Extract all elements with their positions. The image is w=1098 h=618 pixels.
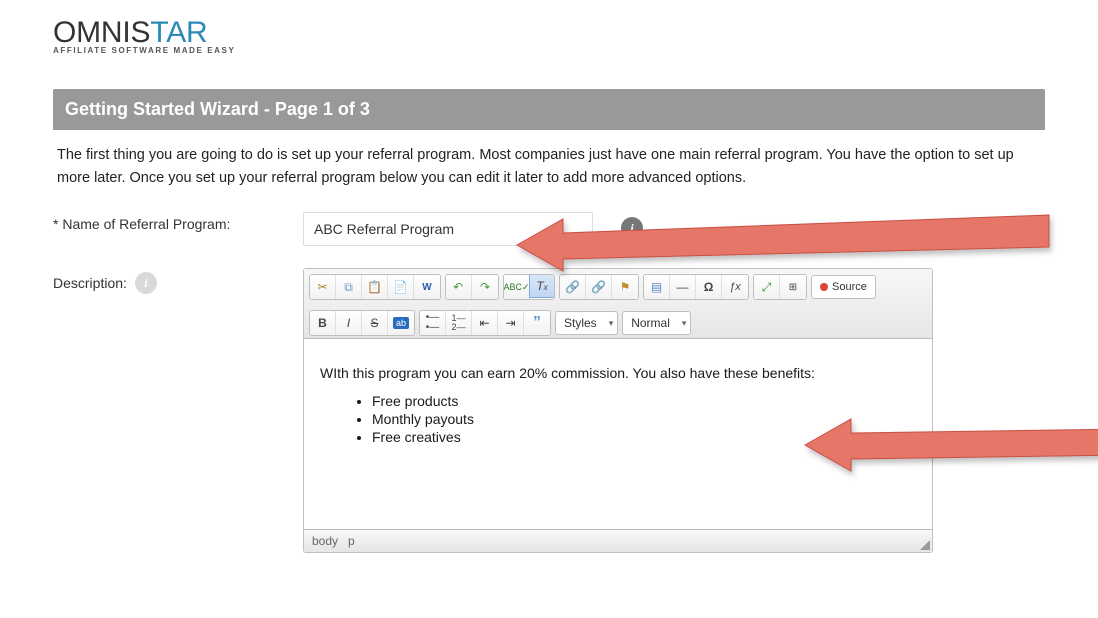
list-item: Free products [372, 393, 916, 409]
format-dropdown[interactable]: Normal ▾ [622, 311, 691, 335]
referral-name-input[interactable] [303, 212, 593, 246]
rich-text-editor: ✂ ⧉ 📋 📄 W ↷ ↷ ABC✓ Tx 🔗 [303, 268, 933, 553]
anchor-icon[interactable]: ⚑ [612, 275, 638, 299]
path-p[interactable]: p [348, 534, 355, 548]
maximize-icon[interactable]: ⤢ [754, 275, 780, 299]
strike-icon[interactable]: S [362, 311, 388, 335]
copy-icon[interactable]: ⧉ [336, 275, 362, 299]
styles-label: Styles [564, 316, 597, 330]
outdent-icon[interactable]: ⇤ [472, 311, 498, 335]
source-icon [820, 283, 828, 291]
wizard-header: Getting Started Wizard - Page 1 of 3 [53, 89, 1045, 130]
logo-omni: OMNI [53, 16, 131, 49]
specialchar-icon[interactable]: Ω [696, 275, 722, 299]
format-label: Normal [631, 316, 670, 330]
description-label: Description: [53, 275, 127, 291]
hr-icon[interactable]: ― [670, 275, 696, 299]
logo-tagline: AFFILIATE SOFTWARE MADE EASY [53, 46, 1045, 55]
row-referral-name: * Name of Referral Program: i [53, 208, 1045, 264]
editor-content[interactable]: WIth this program you can earn 20% commi… [304, 339, 932, 529]
paste-text-icon[interactable]: 📄 [388, 275, 414, 299]
resize-handle-icon[interactable] [920, 540, 930, 550]
referral-name-label: * Name of Referral Program: [53, 212, 303, 232]
logo-tar: TAR [150, 16, 207, 49]
logo-s: S [131, 16, 151, 49]
link-icon[interactable]: 🔗 [560, 275, 586, 299]
styles-dropdown[interactable]: Styles ▾ [555, 311, 618, 335]
image-icon[interactable]: ▤ [644, 275, 670, 299]
spellcheck-icon[interactable]: ABC✓ [504, 275, 530, 299]
info-icon[interactable]: i [135, 272, 157, 294]
editor-toolbar: ✂ ⧉ 📋 📄 W ↷ ↷ ABC✓ Tx 🔗 [304, 269, 932, 339]
chevron-down-icon: ▾ [609, 318, 614, 329]
bold-icon[interactable]: B [310, 311, 336, 335]
redo-icon[interactable]: ↷ [472, 275, 498, 299]
ul-icon[interactable]: •—•— [420, 311, 446, 335]
row-description: Description: i ✂ ⧉ 📋 📄 W ↷ ↷ [53, 264, 1045, 571]
logo: OMNISTAR AFFILIATE SOFTWARE MADE EASY [53, 10, 1045, 69]
blockquote-icon[interactable]: ” [524, 311, 550, 335]
list-item: Free creatives [372, 429, 916, 445]
italic-icon[interactable]: I [336, 311, 362, 335]
ol-icon[interactable]: 1—2— [446, 311, 472, 335]
path-body[interactable]: body [312, 534, 338, 548]
wizard-intro: The first thing you are going to do is s… [53, 130, 1045, 208]
editor-paragraph: WIth this program you can earn 20% commi… [320, 365, 916, 381]
indent-icon[interactable]: ⇥ [498, 311, 524, 335]
editor-path-bar: body p [304, 529, 932, 552]
source-button[interactable]: Source [811, 275, 876, 299]
paste-icon[interactable]: 📋 [362, 275, 388, 299]
chevron-down-icon: ▾ [682, 318, 687, 329]
paste-word-icon[interactable]: W [414, 275, 440, 299]
unlink-icon[interactable]: 🔗 [586, 275, 612, 299]
remove-format-icon[interactable]: Tx [529, 274, 555, 298]
math-icon[interactable]: ƒx [722, 275, 748, 299]
showblocks-icon[interactable]: ⊞ [780, 275, 806, 299]
undo-icon[interactable]: ↷ [446, 275, 472, 299]
list-item: Monthly payouts [372, 411, 916, 427]
info-icon[interactable]: i [621, 217, 643, 239]
color-icon[interactable]: ab [388, 311, 414, 335]
cut-icon[interactable]: ✂ [310, 275, 336, 299]
source-label: Source [832, 281, 867, 293]
